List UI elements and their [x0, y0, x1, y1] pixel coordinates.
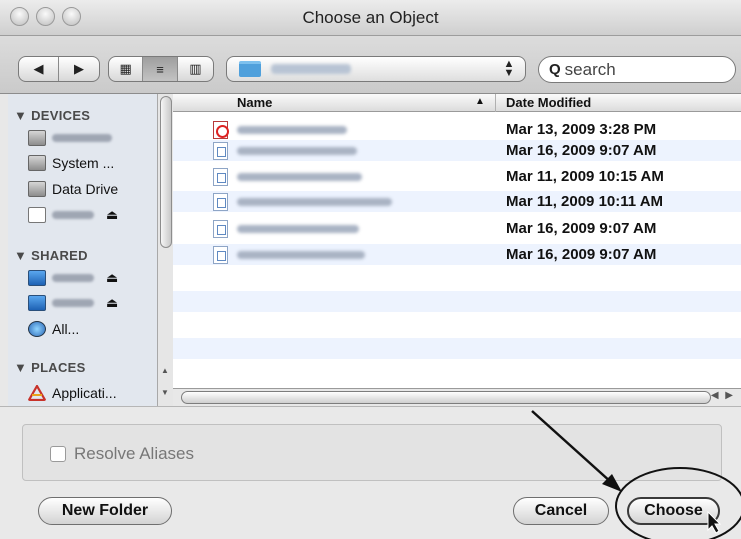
eject-icon[interactable]: ⏏: [106, 207, 118, 223]
scroll-down-arrow-icon[interactable]: ▼: [161, 388, 169, 397]
magnifier-icon: Q: [549, 61, 561, 78]
empty-row: [173, 291, 741, 312]
folder-icon: [239, 61, 261, 77]
options-panel: Resolve Aliases New Folder Cancel Choose: [0, 406, 741, 539]
network-computer-icon: [28, 295, 46, 311]
sidebar-item-computer[interactable]: [28, 128, 118, 148]
applications-icon: [28, 385, 46, 401]
sidebar-section-shared[interactable]: ▼ SHARED: [14, 248, 88, 263]
pdf-file-icon: [213, 121, 229, 139]
sidebar-section-devices[interactable]: ▼ DEVICES: [14, 108, 90, 123]
document-file-icon: [213, 246, 228, 264]
sidebar-label-redacted: [52, 134, 112, 142]
forward-arrow-icon: ▶: [74, 61, 84, 76]
list-view-icon: ≡: [156, 61, 164, 77]
sidebar: ▼ DEVICES System ... Data Drive ⏏ ▼ SHAR…: [8, 94, 173, 406]
sidebar-item-shared-host-2[interactable]: ⏏: [28, 293, 118, 313]
sidebar-label-redacted: [52, 274, 94, 282]
file-date-modified: Mar 16, 2009 9:07 AM: [506, 142, 657, 159]
resolve-aliases-checkbox[interactable]: [50, 446, 66, 462]
column-view-icon: ▥: [189, 61, 202, 76]
file-list: Name ▲ Date Modified Mar 13, 2009 3:28 P…: [173, 94, 741, 388]
icon-view-button[interactable]: ▦: [109, 57, 144, 81]
computer-icon: [28, 130, 46, 146]
name-column-header[interactable]: Name: [237, 95, 272, 110]
sidebar-item-system[interactable]: System ...: [28, 153, 114, 173]
back-arrow-icon: ◀: [33, 61, 44, 76]
file-row[interactable]: Mar 11, 2009 10:15 AM: [173, 166, 741, 187]
forward-button[interactable]: ▶: [59, 57, 99, 81]
list-view-button[interactable]: ≡: [143, 57, 178, 81]
scroll-up-arrow-icon[interactable]: ▲: [161, 366, 169, 375]
icon-view-icon: ▦: [119, 61, 132, 76]
removable-disk-icon: [28, 207, 46, 223]
network-computer-icon: [28, 270, 46, 286]
location-popup[interactable]: ▲ ▼: [226, 56, 526, 82]
hard-disk-icon: [28, 181, 46, 197]
file-list-header: Name ▲ Date Modified: [173, 94, 741, 112]
file-name-redacted: [237, 251, 365, 259]
choose-object-dialog: Choose an Object ◀ ▶ ▦ ≡ ▥ ▲ ▼ Q search …: [0, 0, 741, 539]
file-name-redacted: [237, 225, 359, 233]
network-globe-icon: [28, 321, 46, 337]
file-row[interactable]: Mar 16, 2009 9:07 AM: [173, 244, 741, 265]
sidebar-item-shared-host-1[interactable]: ⏏: [28, 268, 118, 288]
date-modified-column-header[interactable]: Date Modified: [506, 95, 591, 110]
toolbar: ◀ ▶ ▦ ≡ ▥ ▲ ▼ Q search: [0, 36, 741, 94]
empty-row: [173, 338, 741, 359]
new-folder-button[interactable]: New Folder: [38, 497, 172, 525]
back-forward-buttons: ◀ ▶: [18, 56, 100, 82]
file-date-modified: Mar 16, 2009 9:07 AM: [506, 220, 657, 237]
horizontal-scroll-thumb[interactable]: [181, 391, 711, 404]
sidebar-section-places[interactable]: ▼ PLACES: [14, 360, 86, 375]
scroll-left-right-arrows-icon[interactable]: ◀ ▶: [711, 390, 735, 401]
sort-ascending-icon: ▲: [475, 96, 485, 107]
window-title: Choose an Object: [302, 8, 439, 27]
view-mode-buttons: ▦ ≡ ▥: [108, 56, 214, 82]
cancel-button[interactable]: Cancel: [513, 497, 609, 525]
file-name-redacted: [237, 147, 357, 155]
document-file-icon: [213, 220, 228, 238]
sidebar-item-removable[interactable]: ⏏: [28, 205, 118, 225]
file-date-modified: Mar 16, 2009 9:07 AM: [506, 246, 657, 263]
sidebar-scrollbar[interactable]: ▲ ▼: [157, 94, 173, 406]
file-name-redacted: [237, 126, 347, 134]
file-list-horizontal-scrollbar[interactable]: ◀ ▶: [173, 388, 741, 406]
sidebar-scroll-thumb[interactable]: [160, 96, 172, 248]
document-file-icon: [213, 193, 228, 211]
location-name-redacted: [271, 64, 351, 74]
sidebar-item-data-drive[interactable]: Data Drive: [28, 179, 118, 199]
hard-disk-icon: [28, 155, 46, 171]
file-name-redacted: [237, 173, 362, 181]
eject-icon[interactable]: ⏏: [106, 295, 118, 311]
column-view-button[interactable]: ▥: [178, 57, 213, 81]
back-button[interactable]: ◀: [19, 57, 60, 81]
file-date-modified: Mar 11, 2009 10:11 AM: [506, 193, 664, 210]
resolve-aliases-option[interactable]: Resolve Aliases: [50, 444, 194, 464]
file-row[interactable]: Mar 13, 2009 3:28 PM: [173, 119, 741, 140]
title-bar: Choose an Object: [0, 0, 741, 36]
sidebar-item-applications[interactable]: Applicati...: [28, 383, 117, 403]
file-row[interactable]: Mar 11, 2009 10:11 AM: [173, 191, 741, 212]
popup-arrows-icon: ▲ ▼: [503, 58, 515, 79]
file-name-redacted: [237, 198, 392, 206]
file-row[interactable]: Mar 16, 2009 9:07 AM: [173, 140, 741, 161]
search-field[interactable]: Q search: [538, 56, 736, 83]
file-date-modified: Mar 11, 2009 10:15 AM: [506, 168, 664, 185]
search-placeholder: search: [564, 59, 616, 79]
file-date-modified: Mar 13, 2009 3:28 PM: [506, 121, 657, 138]
sidebar-label-redacted: [52, 299, 94, 307]
column-separator[interactable]: [495, 94, 496, 112]
document-file-icon: [213, 142, 228, 160]
resolve-aliases-label: Resolve Aliases: [74, 444, 195, 463]
file-row[interactable]: Mar 16, 2009 9:07 AM: [173, 218, 741, 239]
document-file-icon: [213, 168, 228, 186]
eject-icon[interactable]: ⏏: [106, 270, 118, 286]
sidebar-label-redacted: [52, 211, 94, 219]
choose-button[interactable]: Choose: [627, 497, 720, 525]
sidebar-item-all[interactable]: All...: [28, 319, 79, 339]
